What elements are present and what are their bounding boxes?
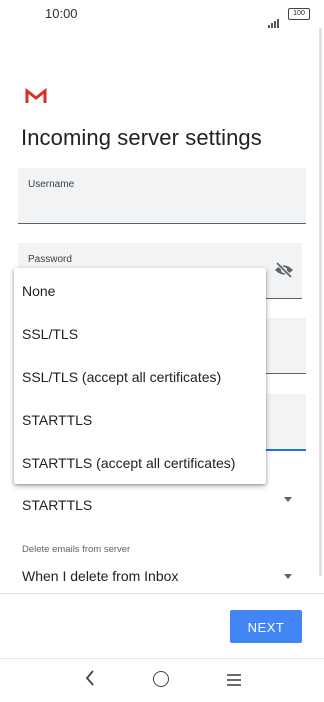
page-title: Incoming server settings xyxy=(21,125,262,150)
server-field[interactable] xyxy=(265,318,306,374)
security-dropdown-menu: None SSL/TLS SSL/TLS (accept all certifi… xyxy=(14,268,266,484)
home-icon[interactable] xyxy=(153,671,169,687)
back-icon[interactable] xyxy=(84,669,96,692)
menu-item-starttls[interactable]: STARTTLS xyxy=(22,412,92,428)
status-time: 10:00 xyxy=(45,6,78,21)
menu-item-starttls-all-certs[interactable]: STARTTLS (accept all certificates) xyxy=(22,455,235,471)
username-field[interactable]: Username xyxy=(18,168,306,224)
dropdown-arrow-icon[interactable] xyxy=(284,574,292,579)
menu-item-ssl-tls-all-certs[interactable]: SSL/TLS (accept all certificates) xyxy=(22,369,221,385)
delete-emails-label: Delete emails from server xyxy=(22,544,131,555)
dropdown-arrow-icon[interactable] xyxy=(284,497,292,502)
battery-icon: 100 xyxy=(288,8,310,20)
delete-emails-select[interactable]: When I delete from Inbox xyxy=(22,568,178,584)
menu-icon[interactable] xyxy=(227,673,241,691)
gmail-logo xyxy=(25,87,47,109)
divider xyxy=(0,593,324,594)
divider xyxy=(0,658,324,659)
scrollbar[interactable] xyxy=(319,28,322,576)
signal-icon xyxy=(268,10,280,28)
password-label: Password xyxy=(28,254,72,265)
menu-item-ssl-tls[interactable]: SSL/TLS xyxy=(22,326,78,342)
menu-item-none[interactable]: None xyxy=(22,283,55,299)
security-type-select[interactable]: STARTTLS xyxy=(22,497,92,513)
username-label: Username xyxy=(28,179,75,190)
port-field[interactable] xyxy=(265,394,306,451)
eye-off-icon[interactable] xyxy=(274,261,294,283)
next-button[interactable]: NEXT xyxy=(230,610,302,643)
